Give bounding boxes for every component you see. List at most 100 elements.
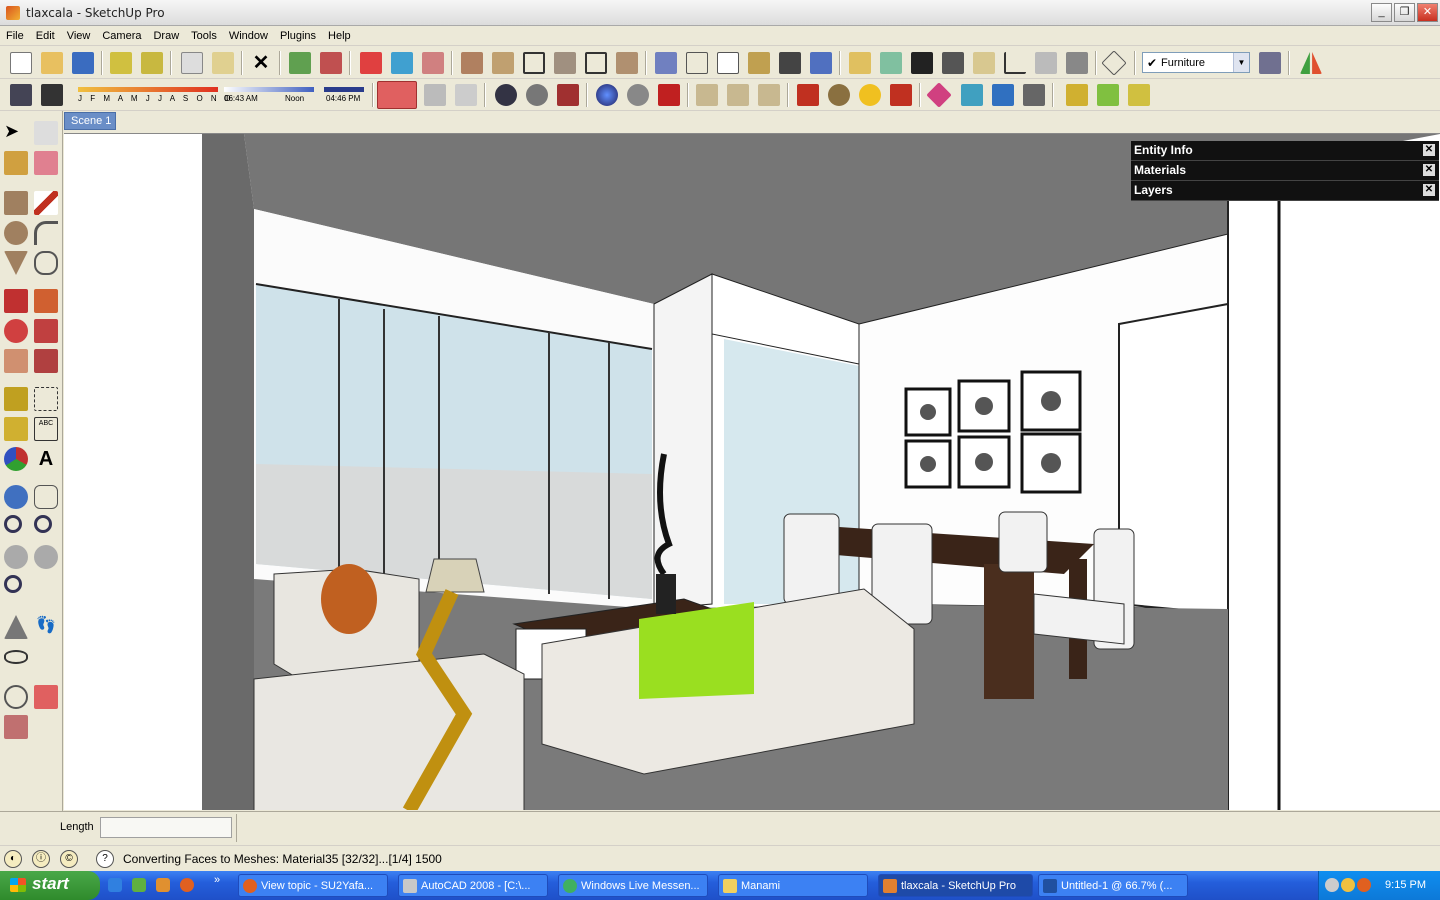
undo-icon[interactable]: [289, 52, 311, 74]
frame-icon-3[interactable]: [758, 84, 780, 106]
gray-cube-icon[interactable]: [424, 84, 446, 106]
axes-icon[interactable]: [1004, 52, 1026, 74]
task-photoshop[interactable]: Untitled-1 @ 66.7% (...: [1038, 874, 1188, 897]
task-sketchup[interactable]: tlaxcala - SketchUp Pro: [878, 874, 1033, 897]
menu-file[interactable]: File: [0, 30, 30, 42]
disc-icon[interactable]: [627, 84, 649, 106]
section-plane-tool-icon[interactable]: [4, 685, 28, 709]
select-arrow-icon[interactable]: ➤: [4, 121, 28, 145]
mirror-icon[interactable]: [1300, 52, 1322, 74]
facebook-f-icon[interactable]: [797, 84, 819, 106]
plugin-blue-icon[interactable]: [992, 84, 1014, 106]
back-view-icon[interactable]: [585, 52, 607, 74]
next-view-icon[interactable]: [34, 545, 58, 569]
display-section-icon[interactable]: [391, 52, 413, 74]
task-autocad[interactable]: AutoCAD 2008 - [C:\...: [398, 874, 548, 897]
dimension-icon[interactable]: [34, 387, 58, 411]
circle-icon[interactable]: [4, 221, 28, 245]
frame-icon-2[interactable]: [727, 84, 749, 106]
plugin-color-icon[interactable]: [961, 84, 983, 106]
render-s3-icon[interactable]: [557, 84, 579, 106]
sphere-icon[interactable]: [596, 84, 618, 106]
wireframe-icon[interactable]: [686, 52, 708, 74]
layer-info-icon[interactable]: [1066, 52, 1088, 74]
position-camera-tool-icon[interactable]: [4, 615, 28, 639]
menu-draw[interactable]: Draw: [147, 30, 185, 42]
sun-icon[interactable]: [859, 84, 881, 106]
restore-button[interactable]: ❐: [1394, 3, 1415, 22]
front-view-icon[interactable]: [523, 52, 545, 74]
freehand-icon[interactable]: [34, 251, 58, 275]
make-component-icon[interactable]: [110, 52, 132, 74]
task-firefox[interactable]: View topic - SU2Yafa...: [238, 874, 388, 897]
plugin-diamond-icon[interactable]: [926, 82, 952, 108]
move-icon[interactable]: [4, 289, 28, 313]
follow-me-icon[interactable]: [34, 319, 58, 343]
shaded-icon[interactable]: [748, 52, 770, 74]
render-play-icon[interactable]: [890, 84, 912, 106]
arc-icon[interactable]: [34, 221, 58, 245]
scene-tab[interactable]: Scene 1: [64, 112, 116, 130]
redo-icon[interactable]: [320, 52, 342, 74]
section-cut-icon[interactable]: [422, 52, 444, 74]
task-messenger[interactable]: Windows Live Messen...: [558, 874, 708, 897]
outliner-icon[interactable]: [942, 52, 964, 74]
left-view-icon[interactable]: [616, 52, 638, 74]
new-file-icon[interactable]: [10, 52, 32, 74]
start-button[interactable]: start: [0, 871, 100, 900]
firefox-icon[interactable]: [180, 878, 194, 892]
orbit-icon[interactable]: [4, 485, 28, 509]
print-icon[interactable]: [181, 52, 203, 74]
close-icon[interactable]: ✕: [1423, 164, 1435, 176]
pencil-icon[interactable]: [34, 191, 58, 215]
layer-dropdown[interactable]: ✔ Furniture ▼: [1142, 52, 1250, 73]
sandbox-contours-icon[interactable]: [1066, 84, 1088, 106]
top-view-icon[interactable]: [492, 52, 514, 74]
component-icon[interactable]: [849, 52, 871, 74]
zoom-extents-icon[interactable]: [4, 575, 22, 593]
menu-camera[interactable]: Camera: [96, 30, 147, 42]
xray-icon[interactable]: [655, 52, 677, 74]
section-fill-icon[interactable]: [34, 685, 58, 709]
shaded-textures-icon[interactable]: [779, 52, 801, 74]
eraser-icon[interactable]: [34, 151, 58, 175]
help-question-icon[interactable]: ?: [96, 850, 114, 868]
model-info-icon[interactable]: [212, 52, 234, 74]
iso-view-icon[interactable]: [461, 52, 483, 74]
display-shadows-icon[interactable]: [41, 84, 63, 106]
open-folder-icon[interactable]: [41, 52, 63, 74]
quicklaunch-icon-3[interactable]: [156, 878, 170, 892]
3d-text-icon[interactable]: A: [34, 447, 58, 471]
chevron-right-icon[interactable]: »: [214, 874, 220, 886]
polygon-icon[interactable]: [4, 251, 28, 275]
chevron-down-icon[interactable]: ▼: [1233, 53, 1249, 72]
copyright-icon[interactable]: ©: [60, 850, 78, 868]
fog-icon[interactable]: [973, 52, 995, 74]
section-plane-icon[interactable]: [360, 52, 382, 74]
zoom-icon[interactable]: [4, 515, 22, 533]
guides-icon[interactable]: [1035, 52, 1057, 74]
rotate-icon[interactable]: [4, 319, 28, 343]
look-around-eye-icon[interactable]: [4, 650, 28, 664]
offset-icon[interactable]: [34, 349, 58, 373]
tray-icon-1[interactable]: [1325, 878, 1339, 892]
sandbox-grid-icon[interactable]: [1128, 84, 1150, 106]
materials-tray[interactable]: Materials ✕: [1131, 161, 1439, 181]
render-eye-icon[interactable]: [377, 81, 417, 109]
gray-box-icon[interactable]: [455, 84, 477, 106]
pan-hand-icon[interactable]: [34, 485, 58, 509]
rectangle-icon[interactable]: [4, 191, 28, 215]
walk-footprints-icon[interactable]: 👣: [34, 615, 58, 639]
shadow-settings-icon[interactable]: [10, 84, 32, 106]
ie-icon[interactable]: [108, 878, 122, 892]
menu-edit[interactable]: Edit: [30, 30, 61, 42]
render-s2-icon[interactable]: [526, 84, 548, 106]
materials-icon[interactable]: [880, 52, 902, 74]
menu-window[interactable]: Window: [223, 30, 274, 42]
scale-icon[interactable]: [4, 349, 28, 373]
menu-plugins[interactable]: Plugins: [274, 30, 322, 42]
tray-icon-2[interactable]: [1341, 878, 1355, 892]
right-view-icon[interactable]: [554, 52, 576, 74]
monochrome-icon[interactable]: [810, 52, 832, 74]
push-pull-icon[interactable]: [34, 289, 58, 313]
